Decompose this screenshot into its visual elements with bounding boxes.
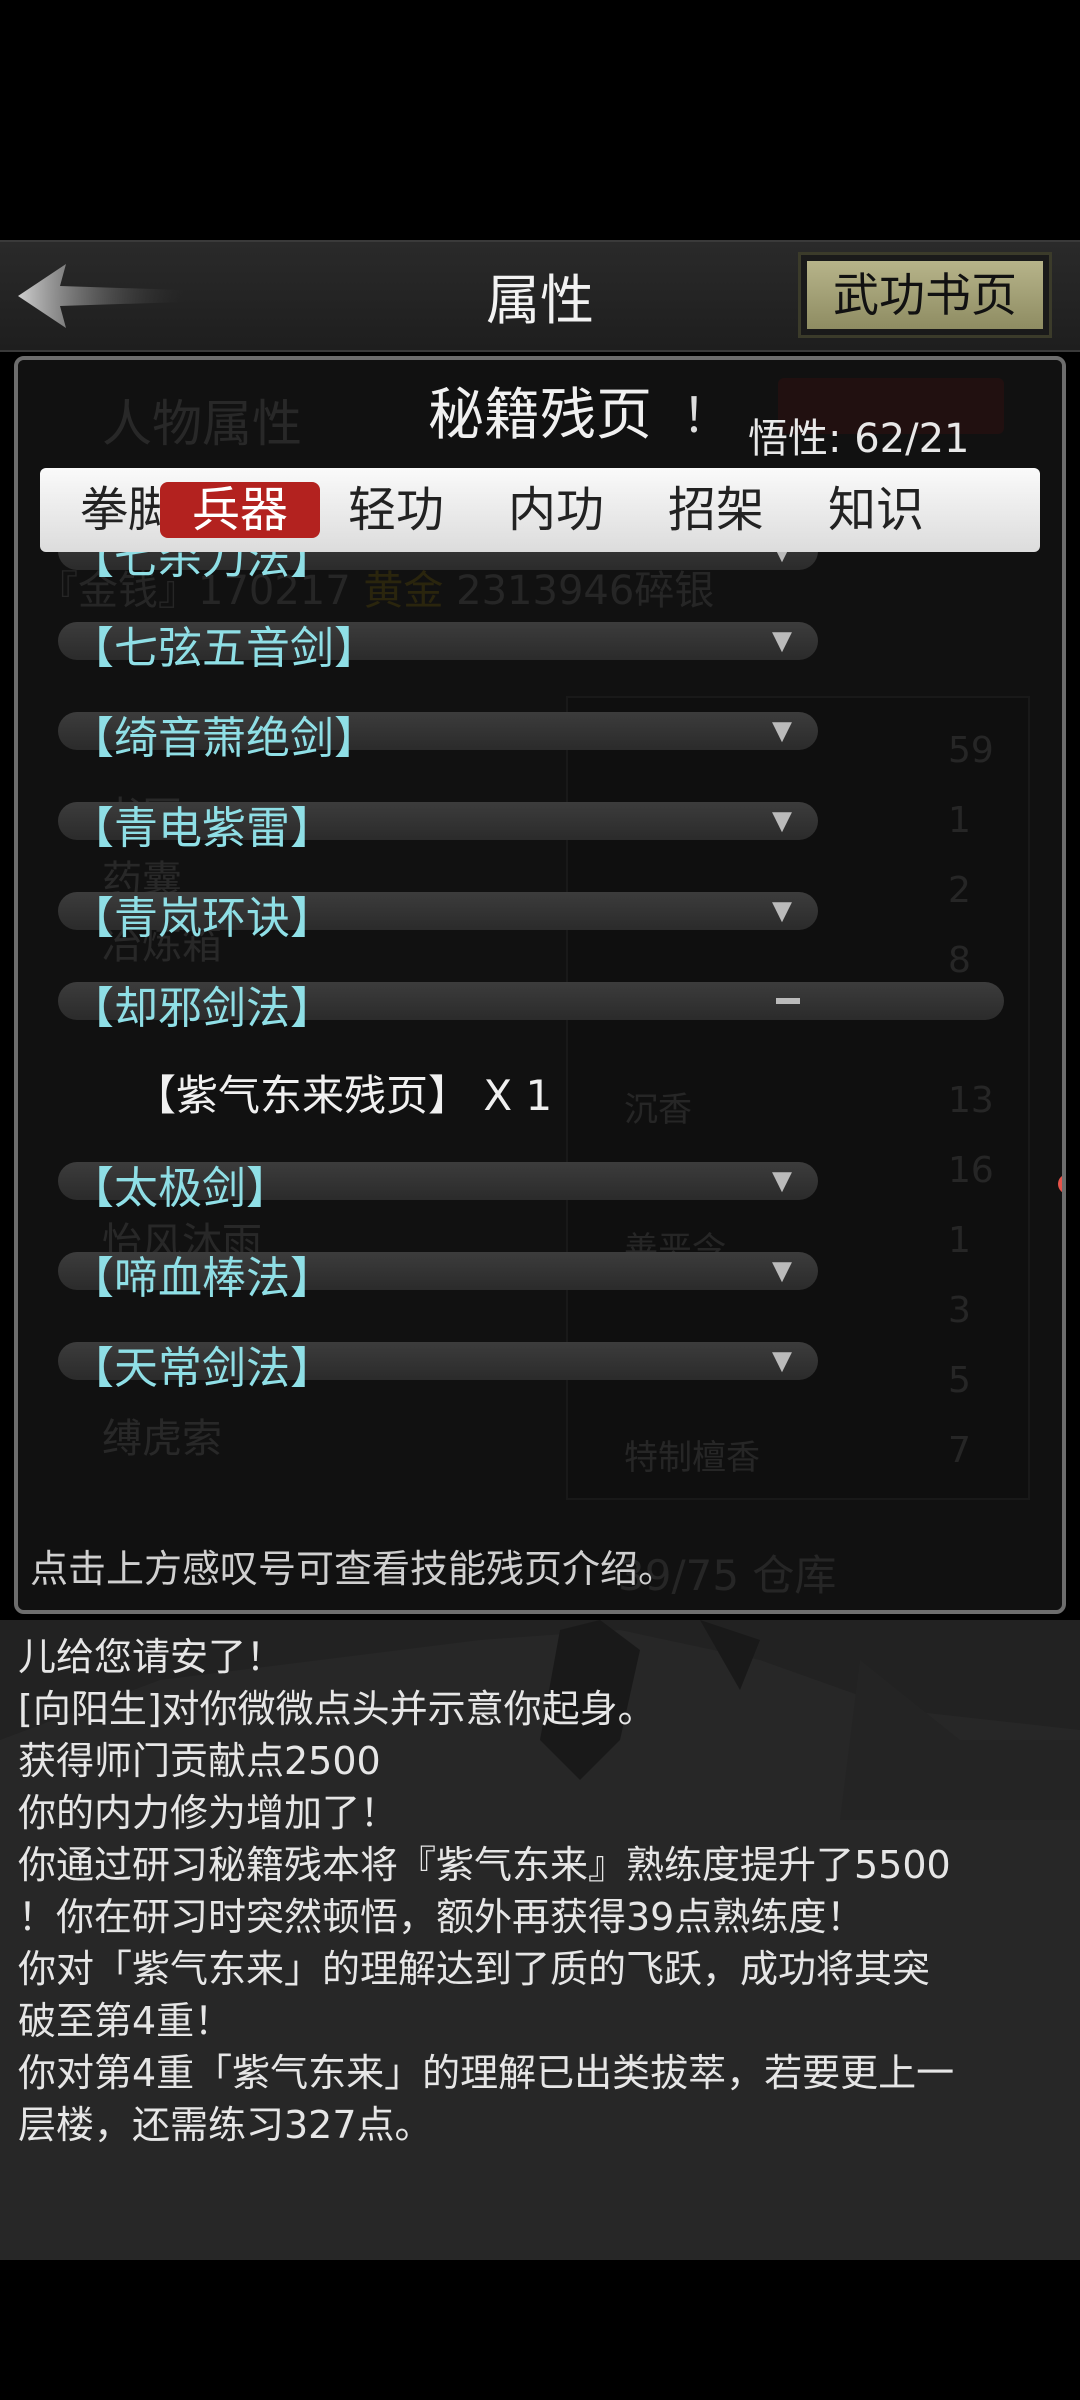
tab-lightness[interactable]: 轻功 <box>326 482 466 538</box>
skill-list[interactable]: 【七杀刀法】 ▼ 【七弦五音剑】 ▼ 【绮音萧绝剑】 ▼ 【青电紫雷】 ▼ 【青… <box>18 552 1062 1452</box>
skill-name: 【太极剑】 <box>70 1163 290 1214</box>
chevron-down-icon: ▼ <box>772 1346 792 1376</box>
fragment-item[interactable]: 【紫气东来残页】 X 1 <box>134 1062 552 1123</box>
martial-manual-button[interactable]: 武功书页 <box>798 252 1052 338</box>
log-line: 儿给您请安了！ <box>18 1635 285 1679</box>
log-line: 你的内力修为增加了！ <box>18 1791 399 1835</box>
skill-name: 【青岚环诀】 <box>70 893 334 944</box>
chevron-down-icon: ▼ <box>772 716 792 746</box>
tab-parry[interactable]: 招架 <box>646 482 786 538</box>
info-exclamation-icon[interactable]: ！ <box>682 376 730 446</box>
chevron-down-icon: ▼ <box>772 896 792 926</box>
tab-inner-skill[interactable]: 内功 <box>486 482 626 538</box>
chevron-down-icon: ▼ <box>772 552 792 566</box>
top-bar: 属性 武功书页 <box>0 240 1080 352</box>
skill-name: 【却邪剑法】 <box>70 983 334 1034</box>
skill-name: 【绮音萧绝剑】 <box>70 713 378 764</box>
skill-name: 【青电紫雷】 <box>70 803 334 854</box>
skill-name: 【七杀刀法】 <box>70 552 334 584</box>
collapse-icon <box>776 998 800 1004</box>
comprehension-value: 悟性: 62/21 <box>748 416 970 462</box>
log-line: 你通过研习秘籍残本将『紫气东来』熟练度提升了5500 <box>18 1843 951 1887</box>
chevron-down-icon: ▼ <box>772 806 792 836</box>
skill-name: 【啼血棒法】 <box>70 1253 334 1304</box>
log-line: 你对第4重「紫气东来」的理解已出类拔萃，若要更上一 <box>18 2051 955 2095</box>
log-line: ！你在研习时突然顿悟，额外再获得39点熟练度！ <box>18 1895 865 1939</box>
martial-manual-label: 武功书页 <box>807 261 1043 329</box>
main-panel: 人物属性 『金钱』170217 黄金 2313946碎银 书匣 药囊 冶炼箱 怡… <box>14 356 1066 1614</box>
chevron-down-icon: ▼ <box>772 626 792 656</box>
skill-name: 【七弦五音剑】 <box>70 623 378 674</box>
log-line: 你对「紫气东来」的理解达到了质的飞跃，成功将其突 <box>18 1947 931 1991</box>
log-line: [向阳生]对你微微点头并示意你起身。 <box>18 1687 656 1731</box>
skill-name: 【天常剑法】 <box>70 1343 334 1394</box>
chevron-down-icon: ▼ <box>772 1166 792 1196</box>
message-log[interactable]: 儿给您请安了！ [向阳生]对你微微点头并示意你起身。 获得师门贡献点2500 你… <box>0 1620 1080 2260</box>
tab-knowledge[interactable]: 知识 <box>806 482 946 538</box>
log-line: 获得师门贡献点2500 <box>18 1739 381 1783</box>
log-line: 破至第4重！ <box>18 1999 233 2043</box>
category-tabs: 拳脚 兵器 轻功 内功 招架 知识 <box>40 468 1040 552</box>
tab-weapons[interactable]: 兵器 <box>160 482 320 538</box>
hint-text: 点击上方感叹号可查看技能残页介绍。 <box>30 1547 677 1591</box>
chevron-down-icon: ▼ <box>772 1256 792 1286</box>
log-line: 层楼，还需练习327点。 <box>18 2103 433 2147</box>
